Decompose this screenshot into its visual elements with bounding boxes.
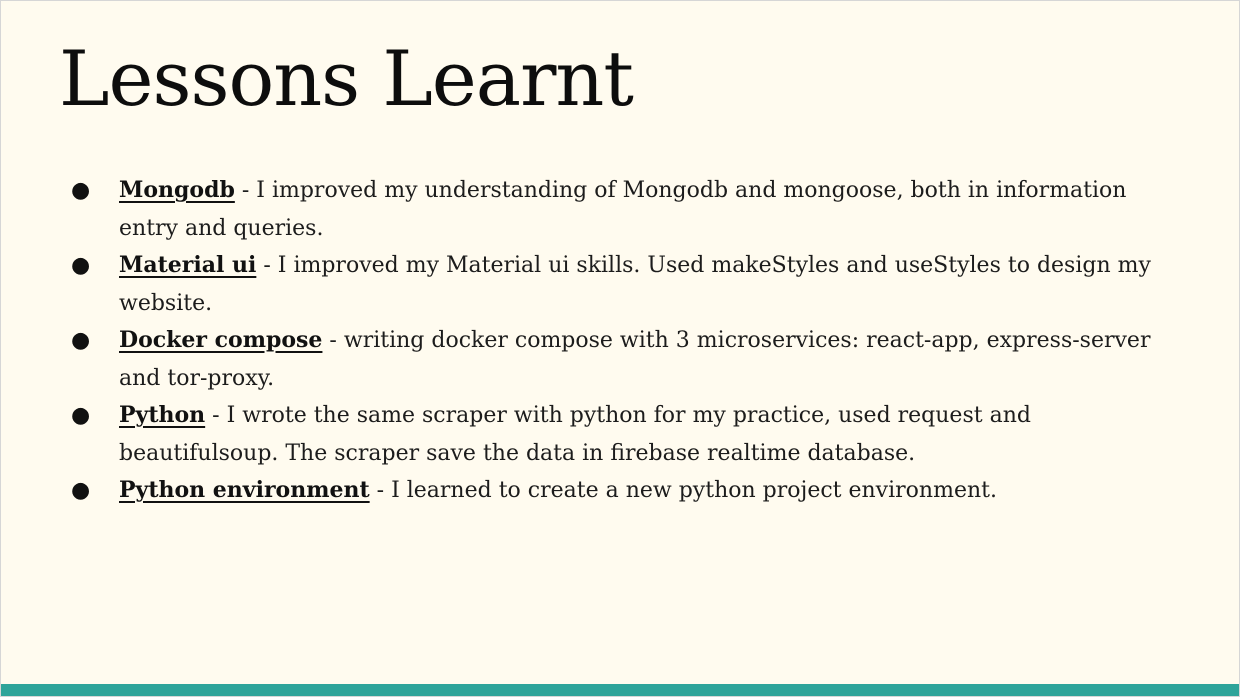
bullet-term: Docker compose (119, 327, 323, 353)
bullet-term: Python (119, 402, 206, 428)
bullet-item-python-environment: ● Python environment - I learned to crea… (71, 472, 1181, 510)
bullet-separator: - (322, 328, 344, 353)
bullet-separator: - (234, 178, 257, 203)
bullet-item-docker-compose: ● Docker compose - writing docker compos… (71, 322, 1181, 397)
bullet-icon: ● (71, 178, 91, 203)
bullet-term: Python environment (119, 477, 370, 503)
bullet-term: Material ui (119, 252, 257, 278)
bullet-item-material-ui: ● Material ui - I improved my Material u… (71, 247, 1181, 322)
bullet-text: I learned to create a new python project… (391, 478, 997, 503)
bullet-icon: ● (71, 403, 91, 428)
bullet-item-mongodb: ● Mongodb - I improved my understanding … (71, 172, 1181, 247)
bullet-icon: ● (71, 328, 91, 353)
slide: Lessons Learnt ● Mongodb - I improved my… (0, 0, 1240, 697)
bullet-text: I improved my understanding of Mongodb a… (119, 178, 1127, 241)
bullet-item-python: ● Python - I wrote the same scraper with… (71, 397, 1181, 472)
bullet-separator: - (256, 253, 278, 278)
bullet-icon: ● (71, 253, 91, 278)
slide-title: Lessons Learnt (59, 34, 634, 123)
bullet-term: Mongodb (119, 177, 235, 203)
bullet-icon: ● (71, 478, 91, 503)
bullet-text: I wrote the same scraper with python for… (119, 403, 1031, 466)
bullet-separator: - (205, 403, 227, 428)
accent-footer-bar (1, 684, 1239, 696)
bullet-separator: - (369, 478, 392, 503)
bullet-list: ● Mongodb - I improved my understanding … (71, 172, 1181, 510)
